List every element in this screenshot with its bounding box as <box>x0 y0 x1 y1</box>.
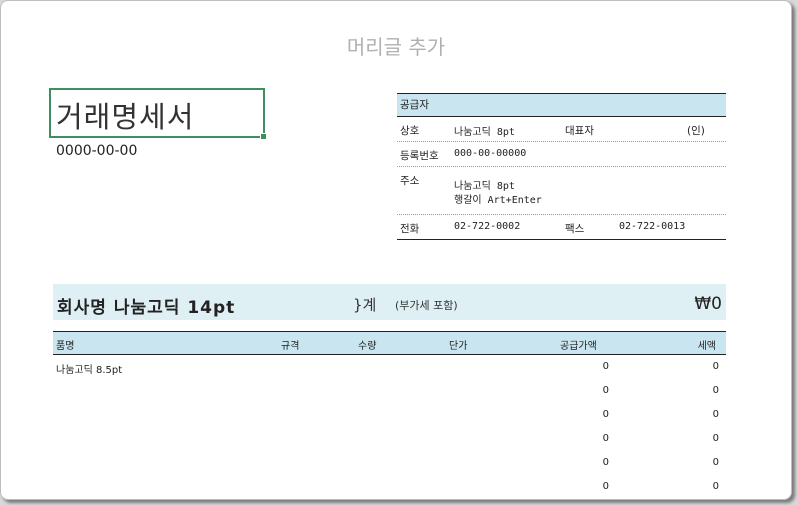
item-supply[interactable]: 0 <box>603 385 609 396</box>
supplier-header: 공급자 <box>397 93 726 117</box>
phone-value[interactable]: 02-722-0002 <box>454 221 520 232</box>
table-row: 0 0 <box>53 427 726 451</box>
items-table: 품명 규격 수량 단가 공급가액 세액 나눔고딕 8.5pt 0 0 0 0 0… <box>53 331 726 499</box>
col-header-tax: 세액 <box>697 341 716 352</box>
supplier-row-address: 주소 나눔고딕 8pt 행갈이 Art+Enter <box>397 167 726 215</box>
ceo-label: 대표자 <box>565 125 594 137</box>
table-row: 0 0 <box>53 403 726 427</box>
supplier-table: 공급자 상호 나눔고딕 8pt 대표자 (인) 등록번호 000-00-0000… <box>397 93 726 240</box>
items-header-row: 품명 규격 수량 단가 공급가액 세액 <box>53 331 726 355</box>
title-cell-selected[interactable]: 거래명세서 <box>49 88 267 140</box>
address-line2[interactable]: 행갈이 Art+Enter <box>454 191 542 206</box>
supplier-row-company: 상호 나눔고딕 8pt 대표자 (인) <box>397 117 726 142</box>
col-header-price: 단가 <box>449 341 468 352</box>
document-title: 거래명세서 <box>56 100 195 134</box>
item-supply[interactable]: 0 <box>603 361 609 372</box>
item-tax[interactable]: 0 <box>713 361 719 372</box>
item-supply[interactable]: 0 <box>603 409 609 420</box>
fill-handle[interactable] <box>260 133 267 140</box>
table-row: 0 0 <box>53 379 726 403</box>
table-row: 0 0 <box>53 475 726 499</box>
fax-label: 팩스 <box>565 223 585 235</box>
supplier-row-phone: 전화 02-722-0002 팩스 02-722-0013 <box>397 215 726 240</box>
item-name[interactable]: 나눔고딕 8.5pt <box>56 361 122 376</box>
table-row: 0 0 <box>53 451 726 475</box>
item-tax[interactable]: 0 <box>713 433 719 444</box>
total-value: ₩0 <box>694 294 722 314</box>
item-supply[interactable]: 0 <box>603 433 609 444</box>
table-row: 나눔고딕 8.5pt 0 0 <box>53 355 726 379</box>
reg-value[interactable]: 000-00-00000 <box>454 148 526 159</box>
col-header-spec: 규격 <box>281 341 300 352</box>
item-supply[interactable]: 0 <box>603 481 609 492</box>
document-date[interactable]: 0000-00-00 <box>56 143 137 159</box>
item-tax[interactable]: 0 <box>713 457 719 468</box>
col-header-name: 품명 <box>56 341 75 352</box>
item-tax[interactable]: 0 <box>713 385 719 396</box>
company-value[interactable]: 나눔고딕 8pt <box>454 123 515 138</box>
company-name[interactable]: 회사명 나눔고딕 14pt <box>57 293 235 318</box>
supplier-row-reg: 등록번호 000-00-00000 <box>397 142 726 167</box>
item-tax[interactable]: 0 <box>713 409 719 420</box>
col-header-qty: 수량 <box>358 341 377 352</box>
total-note: (부가세 포함) <box>395 299 458 312</box>
company-label: 상호 <box>400 125 420 137</box>
company-summary-band: 회사명 나눔고딕 14pt }계 (부가세 포함) ₩0 <box>53 284 726 320</box>
ceo-seal: (인) <box>687 125 705 137</box>
col-header-supply: 공급가액 <box>560 341 597 352</box>
document-page: 머리글 추가 거래명세서 0000-00-00 공급자 상호 나눔고딕 8pt … <box>0 0 792 500</box>
total-label: }계 <box>353 296 377 314</box>
address-line1[interactable]: 나눔고딕 8pt <box>454 177 515 192</box>
reg-label: 등록번호 <box>400 150 439 162</box>
fax-value[interactable]: 02-722-0013 <box>619 221 685 232</box>
address-label: 주소 <box>400 175 420 187</box>
item-tax[interactable]: 0 <box>713 481 719 492</box>
item-supply[interactable]: 0 <box>603 457 609 468</box>
header-placeholder[interactable]: 머리글 추가 <box>1 31 791 60</box>
phone-label: 전화 <box>400 223 420 235</box>
